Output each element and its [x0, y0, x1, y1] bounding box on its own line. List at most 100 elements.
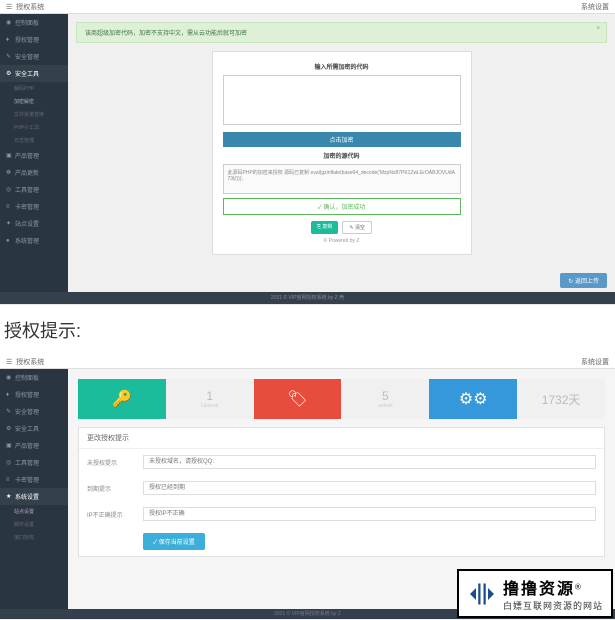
sidebar-item-card[interactable]: ≡卡密管理 [0, 471, 68, 488]
sidebar-sub-phptool[interactable]: PHP小工具 [0, 121, 68, 134]
form-panel: 更改授权提示 未授权提示 到期提示 IP不正确提示 ✓ 保存当前设置 [78, 427, 605, 557]
verify-button[interactable]: ✓ 确认，加密成功 [223, 198, 461, 215]
topbar-right[interactable]: 系统设置 [581, 357, 609, 367]
result-output[interactable]: 此源码PHP的加密来授权 源码已复制 eval(gzinflate(base64… [223, 164, 461, 194]
encrypt-button[interactable]: 点击加密 [223, 132, 461, 147]
sidebar-item-security[interactable]: ✎安全管理 [0, 403, 68, 420]
sidebar-label: 卡密管理 [15, 475, 39, 484]
tool2-icon: ◎ [6, 186, 12, 193]
sidebar-item-tool2[interactable]: ◎工具管理 [0, 181, 68, 198]
dashboard-icon: ◉ [6, 19, 12, 26]
form-row: IP不正确提示 [79, 501, 604, 527]
update-icon: ❁ [6, 169, 12, 176]
form-label: 到期提示 [87, 484, 143, 493]
sidebar-item-site[interactable]: ✦站点设置 [0, 215, 68, 232]
expired-input[interactable] [143, 481, 596, 495]
topbar: ☰ 授权系统 系统设置 [0, 0, 615, 14]
sidebar-label: 工具管理 [15, 458, 39, 467]
sidebar-sub-log[interactable]: 日志管理 [0, 134, 68, 147]
sidebar-label: 工具管理 [15, 185, 39, 194]
sidebar-label: 站点设置 [15, 219, 39, 228]
sidebar-sub-encrypt[interactable]: 加密解密 [0, 95, 68, 108]
alert-success: 该商超级加密代码，加密不支持中文，需从云功能后就可加密 × [76, 22, 607, 43]
close-icon[interactable]: × [596, 26, 600, 32]
stat-key-icon: 🔑 [78, 379, 166, 419]
form-label: 未授权提示 [87, 458, 143, 467]
sidebar-item-system[interactable]: ●系统管理 [0, 232, 68, 249]
app-title: 授权系统 [16, 357, 44, 367]
stat-num: 5 [382, 389, 389, 403]
sidebar-item-tools[interactable]: ⚙安全工具 [0, 420, 68, 437]
sidebar-label: 控制面板 [15, 18, 39, 27]
stat-tag-icon: 🏷 [254, 379, 342, 419]
watermark-sub: 白嫖互联网资源的网站 [503, 599, 603, 612]
input-label: 输入所需加密的代码 [223, 62, 461, 71]
go-top-button[interactable]: ↻ 返回上传 [560, 273, 607, 288]
sidebar-item-update[interactable]: ❁产品更新 [0, 164, 68, 181]
sidebar-item-auth[interactable]: ♦授权管理 [0, 386, 68, 403]
product-icon: ▣ [6, 442, 12, 449]
sidebar-item-settings[interactable]: ★系统设置 [0, 488, 68, 505]
encrypt-panel: 输入所需加密的代码 点击加密 加密的源代码 此源码PHP的加密来授权 源码已复制… [212, 51, 472, 255]
stat-row: 🔑 1License 🏷 5unlock ⚙⚙ 1732天 [78, 379, 605, 419]
stat-label: unlock [378, 403, 392, 409]
sidebar-item-auth[interactable]: ♦授权管理 [0, 31, 68, 48]
registered-icon: ® [575, 583, 581, 592]
sidebar-label: 卡密管理 [15, 202, 39, 211]
menu-icon[interactable]: ☰ [6, 3, 12, 11]
watermark-brand: 撸撸资源 [503, 581, 575, 598]
product-icon: ▣ [6, 152, 12, 159]
topbar-right[interactable]: 系统设置 [581, 2, 609, 12]
tool2-icon: ◎ [6, 459, 12, 466]
sidebar-sub-replace[interactable]: 文件批量替换 [0, 108, 68, 121]
section-heading: 授权提示: [0, 305, 615, 355]
card-icon: ≡ [6, 477, 12, 483]
sidebar-label: 系统设置 [15, 492, 39, 501]
sidebar: ◉控制面板 ♦授权管理 ✎安全管理 ⚙安全工具 ▣产品管理 ◎工具管理 ≡卡密管… [0, 369, 68, 609]
sidebar-label: 安全工具 [15, 424, 39, 433]
sidebar-item-tool2[interactable]: ◎工具管理 [0, 454, 68, 471]
unauth-input[interactable] [143, 455, 596, 469]
logo-icon [467, 579, 497, 609]
security-icon: ✎ [6, 408, 12, 415]
stat-num: 1732天 [542, 391, 581, 408]
sidebar-item-product[interactable]: ▣产品管理 [0, 147, 68, 164]
sidebar-label: 授权管理 [15, 35, 39, 44]
stat-days: 1732天 [517, 379, 605, 419]
save-button[interactable]: ✓ 保存当前设置 [143, 533, 205, 550]
tools-icon: ⚙ [6, 70, 12, 77]
sidebar-item-security[interactable]: ✎安全管理 [0, 48, 68, 65]
clear-button[interactable]: ✎ 清空 [342, 221, 372, 234]
sidebar-sub-api[interactable]: 接口授权 [0, 531, 68, 544]
sidebar-item-product[interactable]: ▣产品管理 [0, 437, 68, 454]
sidebar-label: 安全管理 [15, 52, 39, 61]
footer: 2021 © VIP官网授权系统 by Z 壳 [0, 292, 615, 304]
sidebar-item-tools[interactable]: ⚙安全工具 [0, 65, 68, 82]
auth-icon: ♦ [6, 392, 12, 398]
code-input[interactable] [223, 75, 461, 125]
form-row: 到期提示 [79, 475, 604, 501]
tools-icon: ⚙ [6, 425, 12, 432]
content-area: 该商超级加密代码，加密不支持中文，需从云功能后就可加密 × 输入所需加密的代码 … [68, 14, 615, 292]
sidebar-label: 安全管理 [15, 407, 39, 416]
stat-license: 1License [166, 379, 254, 419]
sidebar-item-dashboard[interactable]: ◉控制面板 [0, 14, 68, 31]
menu-icon[interactable]: ☰ [6, 358, 12, 366]
sidebar-item-card[interactable]: ≡卡密管理 [0, 198, 68, 215]
sidebar-sub-decode[interactable]: 解码PHP [0, 82, 68, 95]
sidebar-item-dashboard[interactable]: ◉控制面板 [0, 369, 68, 386]
copy-button[interactable]: ⎘ 复制 [311, 221, 338, 234]
sidebar-label: 安全工具 [15, 69, 39, 78]
sidebar-sub-mail[interactable]: 邮件设置 [0, 518, 68, 531]
ip-input[interactable] [143, 507, 596, 521]
system-icon: ● [6, 238, 12, 244]
settings-icon: ★ [6, 493, 12, 500]
sidebar-sub-site[interactable]: 站点设置 [0, 505, 68, 518]
sidebar-label: 系统管理 [15, 236, 39, 245]
alert-text: 该商超级加密代码，加密不支持中文，需从云功能后就可加密 [85, 31, 247, 37]
sidebar-label: 产品管理 [15, 151, 39, 160]
sidebar-label: 控制面板 [15, 373, 39, 382]
stat-num: 1 [206, 389, 213, 403]
powered-by: © Powered by Z [223, 238, 461, 244]
stat-label: License [201, 403, 218, 409]
